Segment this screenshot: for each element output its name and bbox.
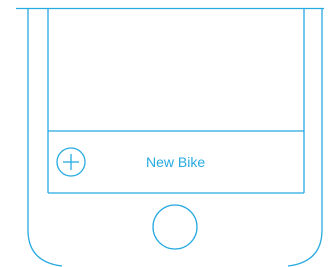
home-button[interactable] — [152, 204, 198, 250]
plus-circle-icon[interactable] — [56, 147, 86, 177]
new-bike-label: New Bike — [146, 154, 206, 170]
new-bike-button[interactable]: New Bike — [48, 131, 304, 193]
